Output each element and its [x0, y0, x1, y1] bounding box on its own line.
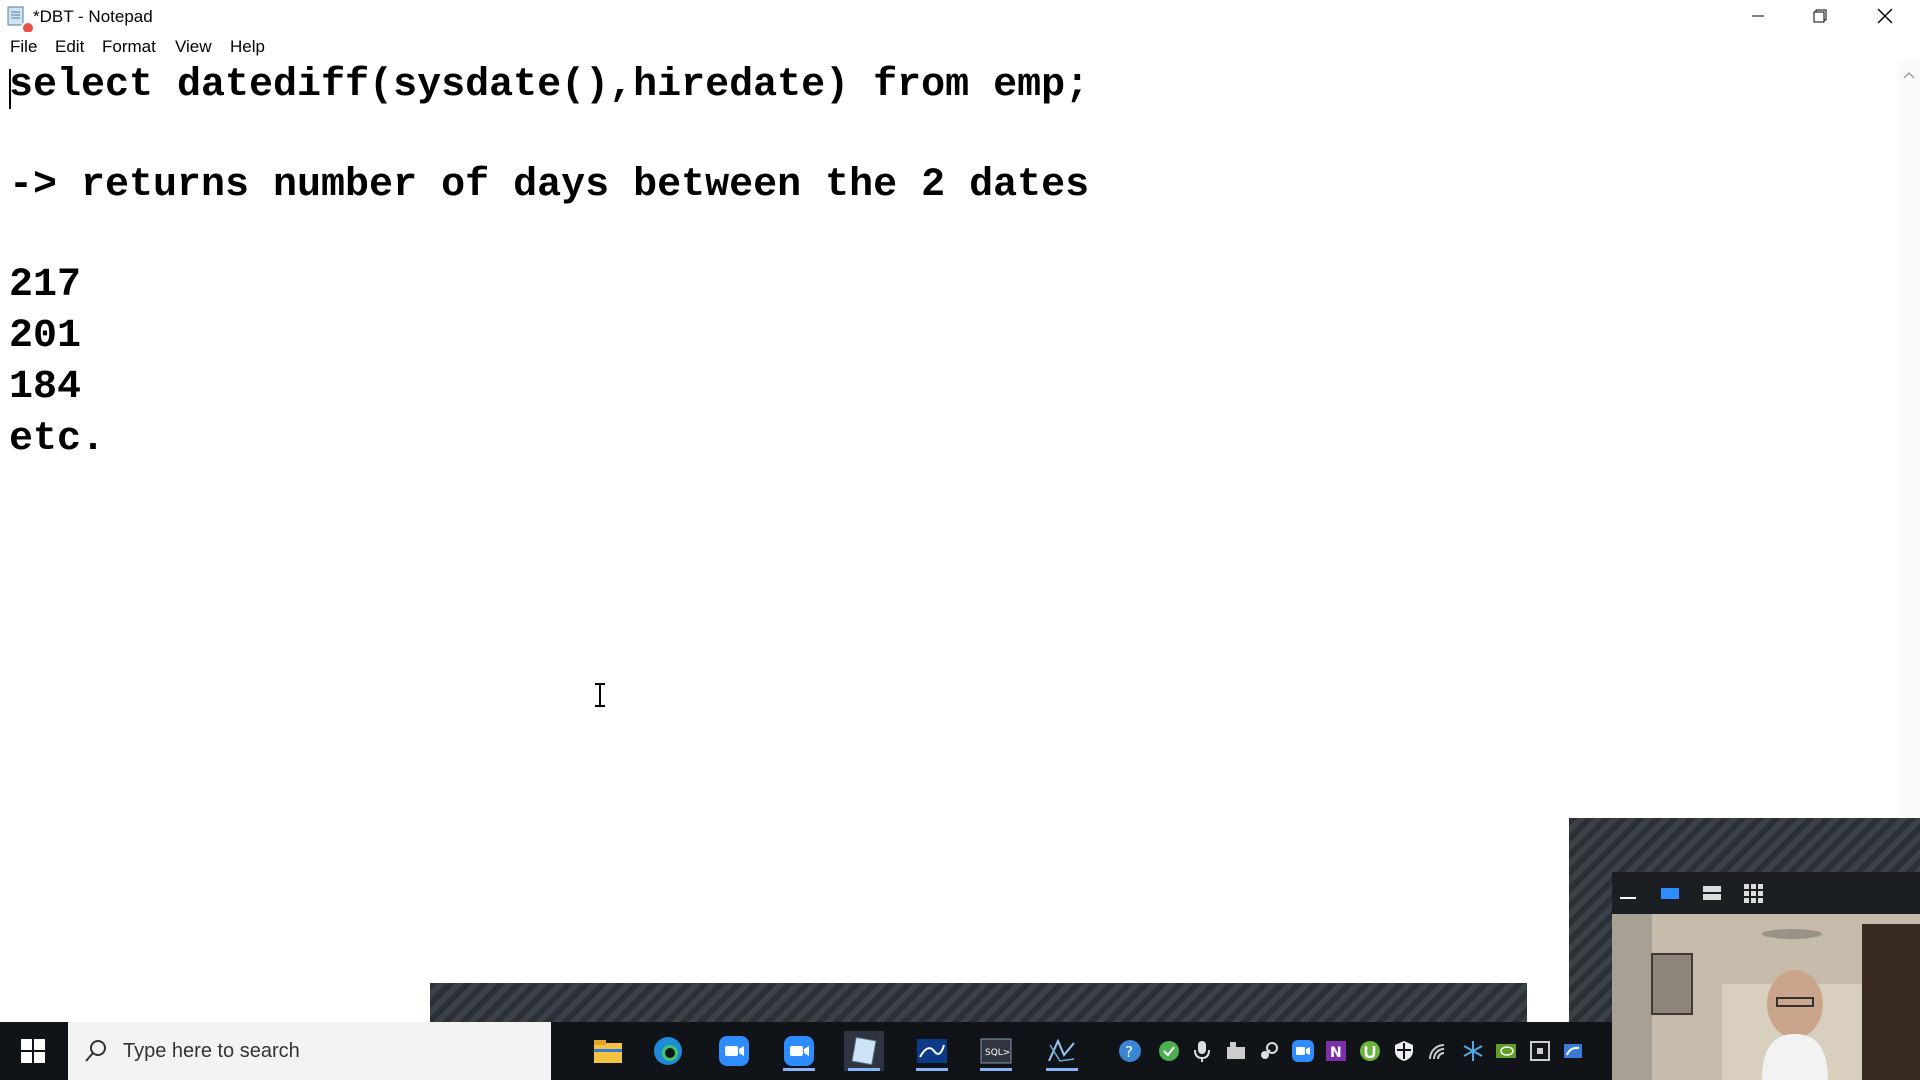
editor-line: 217	[9, 263, 82, 308]
wifi-icon[interactable]	[1427, 1039, 1451, 1063]
zoom-share-border	[430, 983, 1527, 1023]
zoom-icon[interactable]	[714, 1031, 754, 1071]
data-modeler-icon[interactable]	[1042, 1031, 1082, 1071]
help-icon[interactable]: ?	[1118, 1039, 1142, 1063]
svg-text:?: ?	[1125, 1043, 1133, 1061]
steam-icon[interactable]	[1257, 1039, 1281, 1063]
defender-icon[interactable]	[1392, 1039, 1416, 1063]
tray-misc-icon[interactable]	[1528, 1039, 1552, 1063]
mysql-workbench-icon[interactable]	[912, 1031, 952, 1071]
zoom-video-toolbar	[1612, 872, 1920, 914]
taskbar: Type here to search SQL> ? N	[0, 1022, 1612, 1080]
minimize-button[interactable]	[1727, 0, 1789, 32]
tray-cloud-icon[interactable]	[1561, 1039, 1585, 1063]
running-indicator	[1046, 1068, 1078, 1071]
taskbar-search-box[interactable]: Type here to search	[68, 1022, 551, 1080]
editor-line: 184	[9, 365, 82, 410]
nvidia-icon[interactable]	[1494, 1039, 1518, 1063]
search-placeholder: Type here to search	[123, 1040, 300, 1062]
restore-icon	[1813, 9, 1827, 23]
utorrent-icon[interactable]	[1358, 1039, 1382, 1063]
sql-plus-icon[interactable]: SQL>	[976, 1031, 1016, 1071]
zoom-gallery-view-icon[interactable]	[1742, 882, 1766, 904]
hardware-icon[interactable]	[1224, 1039, 1248, 1063]
running-indicator	[916, 1068, 948, 1071]
zoom-minimize-icon[interactable]	[1616, 882, 1640, 904]
search-icon	[84, 1039, 108, 1068]
running-indicator	[783, 1068, 815, 1071]
close-icon	[1877, 8, 1893, 24]
editor-line: select datediff(sysdate(),hiredate) from…	[9, 63, 1090, 108]
editor-line: 201	[9, 314, 82, 359]
microphone-icon[interactable]	[1190, 1039, 1214, 1063]
notepad-icon[interactable]	[844, 1031, 884, 1071]
svg-text:N: N	[1330, 1045, 1342, 1061]
restore-button[interactable]	[1789, 0, 1851, 32]
svg-text:SQL>: SQL>	[985, 1048, 1010, 1058]
scroll-up-icon[interactable]	[1903, 66, 1915, 84]
title-bar: *DBT - Notepad	[0, 0, 1920, 35]
ibeam-cursor-icon	[593, 682, 607, 713]
start-button[interactable]	[0, 1022, 66, 1080]
file-explorer-icon[interactable]	[588, 1031, 628, 1071]
zoom-speaker-view-icon[interactable]	[1658, 882, 1682, 904]
menu-bar: File Edit Format View Help	[0, 32, 1920, 61]
running-indicator	[980, 1068, 1012, 1071]
editor-line: -> returns number of days between the 2 …	[9, 163, 1090, 208]
menu-edit[interactable]: Edit	[55, 37, 84, 57]
menu-file[interactable]: File	[10, 37, 37, 57]
shield-check-icon[interactable]	[1157, 1039, 1181, 1063]
menu-view[interactable]: View	[175, 37, 212, 57]
webcam-video	[1612, 914, 1920, 1080]
edge-icon[interactable]	[648, 1031, 688, 1071]
menu-format[interactable]: Format	[102, 37, 156, 57]
menu-help[interactable]: Help	[230, 37, 265, 57]
editor-line: etc.	[9, 417, 106, 462]
snowflake-icon[interactable]	[1461, 1039, 1485, 1063]
text-caret	[9, 69, 11, 109]
zoom-strip-view-icon[interactable]	[1700, 882, 1724, 904]
onenote-icon[interactable]: N	[1324, 1039, 1348, 1063]
close-button[interactable]	[1854, 0, 1916, 32]
window-title: *DBT - Notepad	[33, 7, 153, 26]
minimize-icon	[1752, 15, 1764, 17]
zoom-meetings-icon[interactable]	[779, 1031, 819, 1071]
windows-logo-icon	[21, 1039, 45, 1063]
running-indicator	[848, 1068, 880, 1071]
zoom-tray-icon[interactable]	[1291, 1039, 1315, 1063]
